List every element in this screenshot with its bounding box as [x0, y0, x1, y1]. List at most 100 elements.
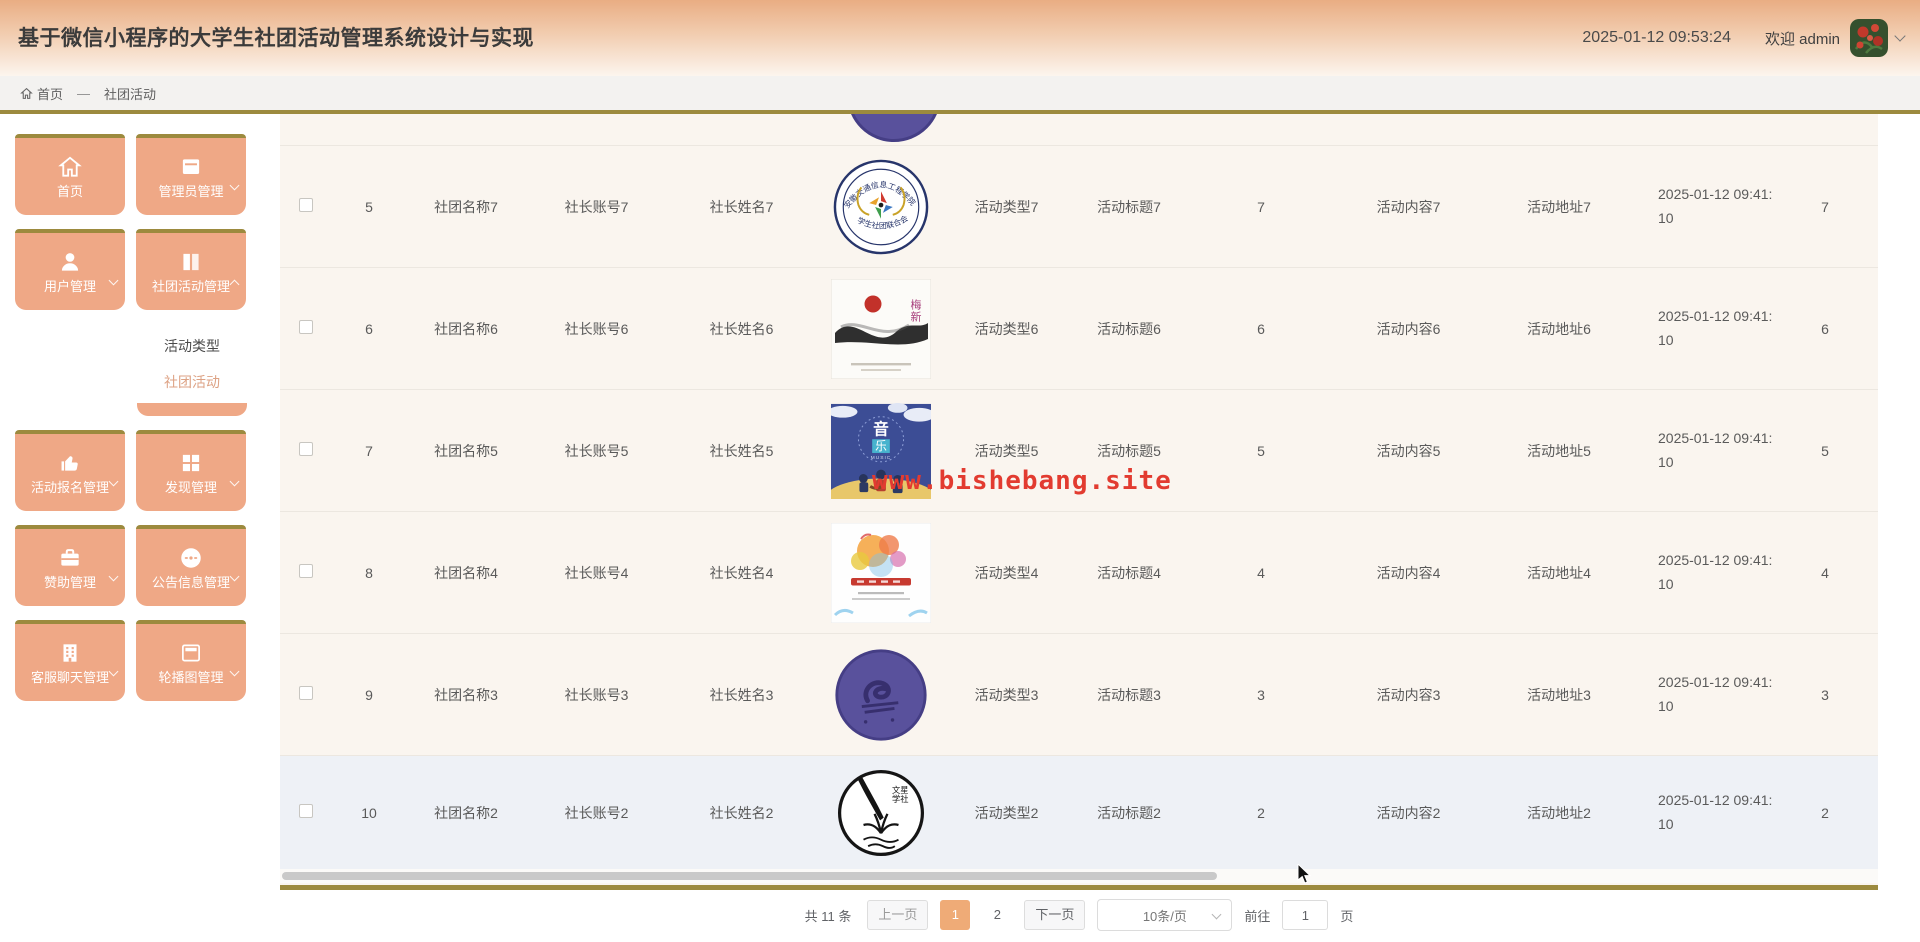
goto-page-input[interactable]	[1282, 900, 1329, 930]
sidebar-item-discover-management[interactable]: 发现管理	[136, 430, 246, 511]
cell-activity-content: 活动内容3	[1376, 686, 1441, 703]
submenu-item-activity-type[interactable]: 活动类型	[137, 328, 247, 364]
home-icon	[57, 154, 83, 180]
chevron-down-icon	[108, 275, 119, 286]
cell-activity-type: 活动类型3	[974, 686, 1039, 703]
cell-number-2: 5	[1821, 442, 1829, 459]
cell-club-name: 社团名称7	[434, 198, 498, 215]
page-button-2[interactable]: 2	[982, 900, 1012, 930]
cell-club-name: 社团名称6	[434, 320, 498, 337]
cell-leader-account: 社长账号5	[564, 442, 629, 459]
cell-leader-name: 社长姓名5	[709, 442, 774, 459]
cell-club-name: 社团名称3	[434, 686, 498, 703]
goto-unit: 页	[1340, 908, 1354, 924]
table-row: 8 社团名称4 社长账号4 社长姓名4 活动类型4 活动标题4 4 活动内容4 …	[280, 512, 1878, 634]
chevron-down-icon	[229, 476, 240, 487]
header-bar: 基于微信小程序的大学生社团活动管理系统设计与实现 2025-01-12 09:5…	[0, 0, 1920, 76]
cell-activity-type: 活动类型4	[974, 564, 1039, 581]
sidebar-item-user-management[interactable]: 用户管理	[15, 229, 125, 310]
cell-leader-name: 社长姓名2	[709, 804, 774, 821]
cell-leader-account: 社长账号3	[564, 686, 629, 703]
calligraphy-club-logo: 文星 学社	[831, 763, 931, 863]
cell-leader-account: 社长账号4	[564, 564, 629, 581]
chevron-down-icon	[229, 180, 240, 191]
cell-club-name: 社团名称2	[434, 804, 498, 821]
chevron-down-icon[interactable]	[1894, 30, 1906, 42]
sidebar-item-carousel-management[interactable]: 轮播图管理	[136, 620, 246, 701]
sidebar-item-sponsor-management[interactable]: 赞助管理	[15, 525, 125, 606]
cell-activity-title: 活动标题6	[1097, 320, 1161, 337]
prev-page-button[interactable]: 上一页	[867, 900, 929, 930]
pagination-total: 共 11 条	[804, 908, 852, 924]
cell-activity-title: 活动标题2	[1097, 804, 1161, 821]
service-building-icon	[57, 640, 83, 666]
horizontal-scrollbar-thumb[interactable]	[282, 872, 1217, 880]
sidebar-item-club-activity-management[interactable]: 社团活动管理	[136, 229, 246, 310]
goto-label: 前往	[1244, 908, 1271, 924]
ink-painting-poster: 梅新	[831, 278, 931, 379]
table-row: 9 社团名称3 社长账号3 社长姓名3 活动类型3 活动标题3 3 活动内容3 …	[280, 634, 1878, 756]
table-row-partial	[280, 114, 1878, 146]
cell-leader-account: 社长账号6	[564, 320, 629, 337]
sidebar-item-service-chat-management[interactable]: 客服聊天管理	[15, 620, 125, 701]
svg-text:MUSIC: MUSIC	[871, 454, 892, 460]
svg-text:乐: 乐	[875, 440, 887, 453]
row-checkbox[interactable]	[299, 804, 313, 818]
row-checkbox[interactable]	[299, 320, 313, 334]
cell-activity-type: 活动类型7	[974, 198, 1039, 215]
row-checkbox[interactable]	[299, 198, 313, 212]
sidebar-item-admin-management[interactable]: 管理员管理	[136, 134, 246, 215]
sidebar-item-notice-management[interactable]: 公告信息管理	[136, 525, 246, 606]
admin-panel-icon	[178, 154, 204, 180]
cell-activity-title: 活动标题7	[1097, 198, 1161, 215]
cell-leader-name: 社长姓名6	[709, 320, 774, 337]
discover-grid-icon	[178, 450, 204, 476]
svg-text:学社: 学社	[892, 793, 909, 803]
breadcrumb-current: 社团活动	[104, 86, 157, 102]
watercolor-poster	[831, 522, 931, 623]
cell-datetime: 2025-01-12 09:41: 10	[1658, 308, 1773, 348]
submenu-active-bar	[137, 403, 247, 416]
page-size-select[interactable]: 10条/页	[1097, 899, 1233, 931]
sidebar-item-home[interactable]: 首页	[15, 134, 125, 215]
svg-text:梅新: 梅新	[909, 297, 922, 322]
cell-activity-address: 活动地址3	[1527, 686, 1591, 703]
cell-number: 5	[1257, 442, 1265, 459]
table-row: 10 社团名称2 社长账号2 社长姓名2 文星 学社 活动类型2 活动标题2 2 …	[280, 756, 1878, 869]
cell-index: 7	[365, 442, 373, 459]
cell-activity-content: 活动内容7	[1376, 198, 1441, 215]
header-datetime: 2025-01-12 09:53:24	[1582, 29, 1731, 46]
cell-datetime: 2025-01-12 09:41: 10	[1658, 674, 1773, 714]
sidebar-item-signup-management[interactable]: 活动报名管理	[15, 430, 125, 511]
submenu-item-club-activity[interactable]: 社团活动	[137, 364, 247, 400]
cell-number-2: 6	[1821, 320, 1829, 337]
breadcrumb-home[interactable]: 首页	[20, 84, 63, 103]
sidebar: 首页 管理员管理 用户管理 社团活动管理 活动类型 社团活动 活动报名管理 发现管…	[15, 134, 247, 701]
row-checkbox[interactable]	[299, 442, 313, 456]
cell-leader-name: 社长姓名7	[709, 198, 774, 215]
cell-number: 4	[1257, 564, 1265, 581]
cell-datetime: 2025-01-12 09:41: 10	[1658, 792, 1773, 832]
home-icon	[20, 87, 33, 99]
cell-number-2: 7	[1821, 198, 1829, 215]
next-page-button[interactable]: 下一页	[1024, 900, 1086, 930]
sponsor-briefcase-icon	[57, 545, 83, 571]
row-checkbox[interactable]	[299, 564, 313, 578]
cell-datetime: 2025-01-12 09:41: 10	[1658, 186, 1773, 226]
cell-number: 6	[1257, 320, 1265, 337]
cell-number-2: 2	[1821, 804, 1829, 821]
cell-activity-address: 活动地址4	[1527, 564, 1591, 581]
cell-leader-name: 社长姓名4	[709, 564, 774, 581]
welcome-text: 欢迎 admin	[1764, 30, 1840, 48]
svg-text:文星: 文星	[892, 784, 909, 794]
avatar[interactable]	[1850, 19, 1888, 57]
cell-activity-title: 活动标题3	[1097, 686, 1161, 703]
college-emblem-badge: 安徽交通信息工程学院 学生社团联合会	[831, 157, 931, 257]
cell-number-2: 4	[1821, 564, 1829, 581]
cell-activity-content: 活动内容6	[1376, 320, 1441, 337]
purple-club-logo	[831, 645, 931, 745]
row-checkbox[interactable]	[299, 686, 313, 700]
page-button-1[interactable]: 1	[940, 900, 971, 930]
page-title: 基于微信小程序的大学生社团活动管理系统设计与实现	[18, 27, 534, 50]
cell-leader-account: 社长账号2	[564, 804, 629, 821]
